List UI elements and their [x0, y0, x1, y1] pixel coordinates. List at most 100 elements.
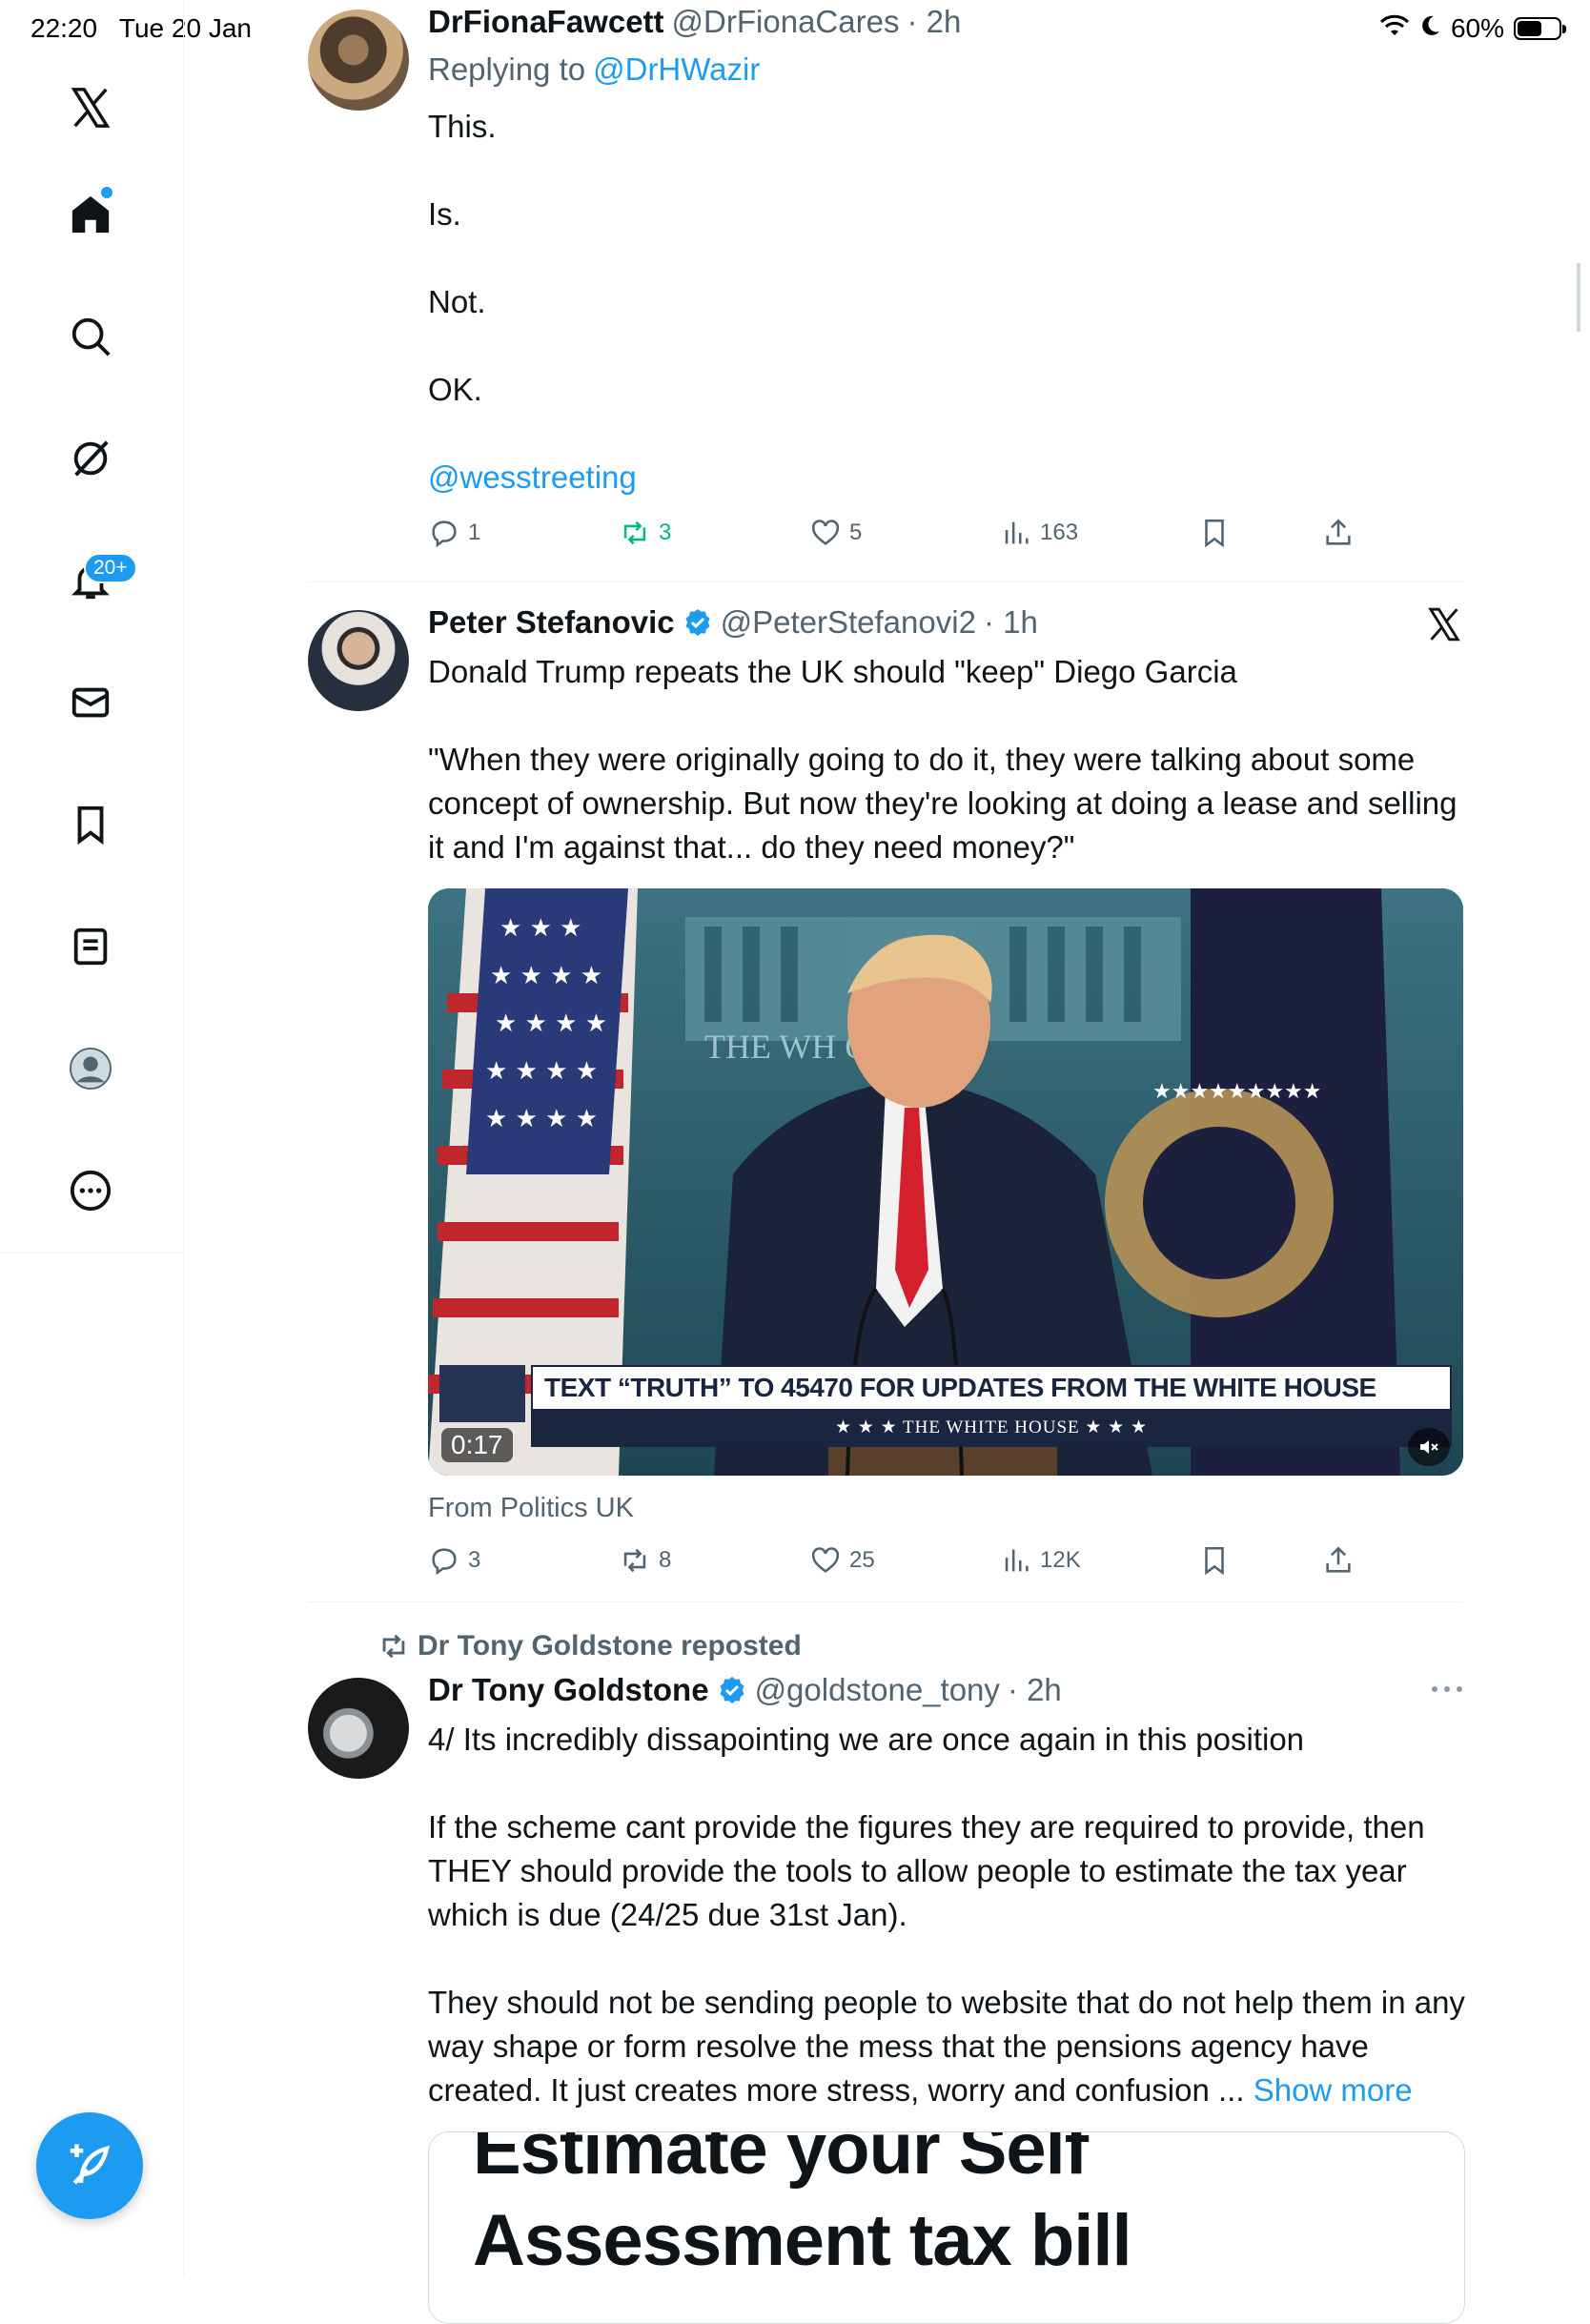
replying-to-handle[interactable]: @DrHWazir [593, 51, 760, 88]
video-sub-banner-text: ★ ★ ★ THE WHITE HOUSE ★ ★ ★ [835, 1417, 1148, 1437]
tweet-actions: 3 8 25 12K [428, 1544, 1381, 1582]
verified-badge-icon [717, 1675, 747, 1705]
more-options-icon[interactable] [1430, 1680, 1464, 1699]
share-icon [1326, 519, 1351, 545]
tweet-line: Is. [428, 196, 461, 232]
views-button[interactable]: 12K [1000, 1544, 1081, 1577]
video-player[interactable]: THE WH OUSE ★ ★ ★ ★ ★ ★ ★ ★ ★ ★ ★ ★ ★ ★ ★ … [428, 888, 1463, 1476]
repost-button[interactable]: 3 [619, 517, 671, 549]
tweet-line: This. [428, 109, 497, 144]
author-name[interactable]: DrFionaFawcett [428, 4, 664, 40]
avatar[interactable] [308, 1678, 409, 1779]
replying-to: Replying to @DrHWazir [428, 51, 760, 88]
reply-icon [432, 1548, 457, 1576]
like-button[interactable]: 25 [809, 1544, 875, 1577]
tweet-line: OK. [428, 372, 482, 407]
post-time[interactable]: · 2h [1008, 1672, 1062, 1708]
author-name[interactable]: Dr Tony Goldstone [428, 1672, 709, 1708]
tweet-line: Donald Trump repeats the UK should "keep… [428, 654, 1237, 689]
views-count: 12K [1040, 1547, 1081, 1573]
repost-button[interactable]: 8 [619, 1544, 671, 1577]
heart-icon [811, 1547, 840, 1573]
sidebar-divider [0, 1253, 183, 1254]
author-handle[interactable]: @DrFionaCares [672, 4, 900, 40]
replying-to-label: Replying to [428, 51, 586, 87]
battery-percent: 60% [1450, 13, 1504, 43]
post-time[interactable]: · 1h [984, 604, 1038, 641]
more-icon[interactable] [63, 1163, 118, 1218]
share-icon [1326, 1546, 1351, 1573]
like-button[interactable]: 5 [809, 517, 862, 549]
like-count: 5 [849, 520, 863, 545]
svg-text:★ ★ ★ ★: ★ ★ ★ ★ [495, 1009, 607, 1038]
speaker-muted-icon [1420, 1440, 1438, 1454]
repost-count: 3 [659, 520, 672, 545]
repost-icon [382, 1634, 405, 1659]
x-logo-icon[interactable] [63, 80, 118, 135]
tweet-header: Dr Tony Goldstone @goldstone_tony · 2h [428, 1672, 1062, 1708]
lists-icon[interactable] [63, 919, 118, 974]
bookmark-button[interactable] [1198, 1544, 1231, 1577]
search-icon[interactable] [63, 309, 118, 364]
battery-level [1518, 21, 1541, 36]
link-preview-card[interactable]: Estimate your Self Assessment tax bill [428, 2131, 1465, 2324]
home-notification-dot [101, 187, 112, 198]
reply-count: 1 [468, 520, 481, 545]
profile-icon[interactable] [63, 1041, 118, 1096]
tweet-divider [308, 1601, 1463, 1602]
author-handle[interactable]: @goldstone_tony [755, 1672, 1000, 1708]
svg-text:★ ★ ★ ★: ★ ★ ★ ★ [490, 962, 602, 990]
repost-context: Dr Tony Goldstone reposted [377, 1630, 802, 1662]
show-more-link[interactable]: Show more [1254, 2072, 1413, 2108]
tweet-divider [308, 581, 1463, 582]
messages-icon[interactable] [63, 675, 118, 730]
mute-button[interactable] [1408, 1428, 1450, 1466]
link-card-title: Estimate your Self Assessment tax bill [473, 2132, 1132, 2287]
views-count: 163 [1040, 520, 1079, 545]
post-time[interactable]: · 2h [907, 4, 961, 40]
like-count: 25 [849, 1547, 875, 1573]
reply-button[interactable]: 3 [428, 1544, 480, 1577]
tweet-paragraph-last: They should not be sending people to web… [428, 1981, 1467, 2112]
link-card-title-line: Assessment tax bill [473, 2200, 1132, 2281]
views-button[interactable]: 163 [1000, 517, 1078, 549]
views-icon [1005, 1549, 1029, 1572]
grok-icon[interactable] [63, 431, 118, 486]
scrollbar[interactable] [1577, 263, 1580, 332]
mention-link[interactable]: @wesstreeting [428, 456, 1467, 499]
share-button[interactable] [1322, 517, 1355, 549]
video-banner-text: TEXT “TRUTH” TO 45470 FOR UPDATES FROM T… [544, 1373, 1376, 1402]
share-button[interactable] [1322, 1544, 1355, 1577]
reposted-by[interactable]: Dr Tony Goldstone reposted [418, 1630, 802, 1662]
compose-post-button[interactable] [36, 2112, 143, 2219]
tweet-quote: "When they were originally going to do i… [428, 742, 1458, 865]
tweet-text: 4/ Its incredibly dissapointing we are o… [428, 1718, 1467, 2112]
bookmark-icon [1205, 1546, 1224, 1576]
tweet-text: Donald Trump repeats the UK should "keep… [428, 650, 1467, 869]
author-handle[interactable]: @PeterStefanovi2 [721, 604, 976, 641]
reply-icon [432, 520, 457, 548]
author-name[interactable]: Peter Stefanovic [428, 604, 675, 641]
bookmark-button[interactable] [1198, 517, 1231, 549]
heart-icon [811, 520, 840, 545]
avatar[interactable] [308, 10, 409, 111]
repost-count: 8 [659, 1547, 672, 1573]
x-logo-icon[interactable] [1426, 606, 1462, 642]
reply-button[interactable]: 1 [428, 517, 480, 549]
bookmarks-icon[interactable] [63, 797, 118, 852]
compose-feather-icon [70, 2144, 111, 2185]
wifi-icon [1379, 13, 1410, 44]
video-banner: TEXT “TRUTH” TO 45470 FOR UPDATES FROM T… [531, 1365, 1452, 1411]
moon-icon [1418, 13, 1441, 44]
tweet-actions: 1 3 5 163 [428, 517, 1381, 555]
svg-text:★★★★★★★★★: ★★★★★★★★★ [1152, 1080, 1322, 1104]
reply-count: 3 [468, 1547, 481, 1573]
repost-icon [623, 520, 646, 545]
views-icon [1005, 521, 1029, 544]
avatar[interactable] [308, 610, 409, 711]
notifications-badge: 20+ [84, 553, 137, 583]
sidebar: 20+ [0, 0, 184, 2276]
post-source[interactable]: From Politics UK [428, 1493, 634, 1524]
tweet-line: Not. [428, 284, 486, 319]
status-right: 60% [1379, 13, 1566, 44]
